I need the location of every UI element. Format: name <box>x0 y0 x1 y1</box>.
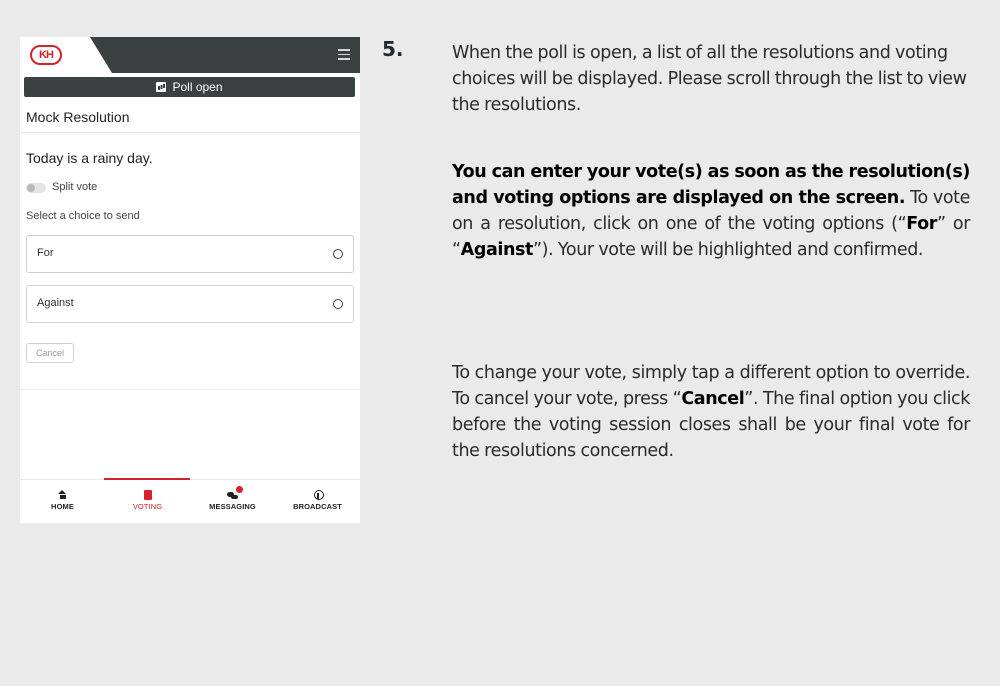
option-label: Against <box>37 297 74 309</box>
logo[interactable]: KH <box>30 45 62 65</box>
divider <box>20 132 360 133</box>
option-against[interactable]: Against <box>26 285 354 323</box>
resolution-title: Mock Resolution <box>26 109 130 125</box>
poll-status-text: Poll open <box>172 80 223 94</box>
radio-icon <box>333 249 343 259</box>
option-label: For <box>37 247 54 259</box>
nav-home[interactable]: HOME <box>20 484 105 522</box>
paragraph-text: ”). Your vote will be highlighted and co… <box>533 240 924 260</box>
page: KH Poll open Mock Resolution Today is a … <box>0 0 1000 686</box>
phone-screenshot: KH Poll open Mock Resolution Today is a … <box>20 37 360 523</box>
cancel-button[interactable]: Cancel <box>26 343 74 363</box>
nav-label: MESSAGING <box>209 502 256 511</box>
nav-voting[interactable]: VOTING <box>105 484 190 522</box>
bold-text: Cancel <box>681 389 745 409</box>
select-choice-label: Select a choice to send <box>26 210 140 222</box>
radio-icon <box>333 299 343 309</box>
poll-status-banner: Poll open <box>24 77 355 97</box>
split-vote-label: Split vote <box>52 181 98 193</box>
bottom-nav: HOME VOTING MESSAGING BROADCAST <box>20 478 360 523</box>
nav-messaging[interactable]: MESSAGING <box>190 484 275 522</box>
voting-icon <box>143 490 152 500</box>
instruction-paragraph-3: To change your vote, simply tap a differ… <box>452 360 970 464</box>
nav-label: VOTING <box>132 502 163 511</box>
nav-label: HOME <box>51 502 74 511</box>
menu-icon[interactable] <box>336 46 352 62</box>
nav-label: BROADCAST <box>293 502 342 511</box>
bold-text: For <box>906 214 937 234</box>
notification-dot <box>235 486 243 493</box>
broadcast-icon <box>313 490 324 500</box>
bold-text: You can enter your vote(s) as soon as th… <box>452 162 970 208</box>
step-number: 5. <box>382 37 404 61</box>
bold-text: Against <box>460 240 534 260</box>
instruction-paragraph-2: You can enter your vote(s) as soon as th… <box>452 159 970 263</box>
poll-icon <box>156 82 167 92</box>
active-tab-indicator <box>104 478 190 480</box>
divider <box>20 389 360 390</box>
messaging-icon <box>226 486 243 500</box>
nav-broadcast[interactable]: BROADCAST <box>275 484 360 522</box>
instruction-paragraph-1: When the poll is open, a list of all the… <box>452 43 967 115</box>
resolution-question: Today is a rainy day. <box>26 150 153 166</box>
option-for[interactable]: For <box>26 235 354 273</box>
home-icon <box>58 490 67 500</box>
split-vote-toggle[interactable] <box>26 183 46 193</box>
top-bar: KH <box>20 37 360 73</box>
